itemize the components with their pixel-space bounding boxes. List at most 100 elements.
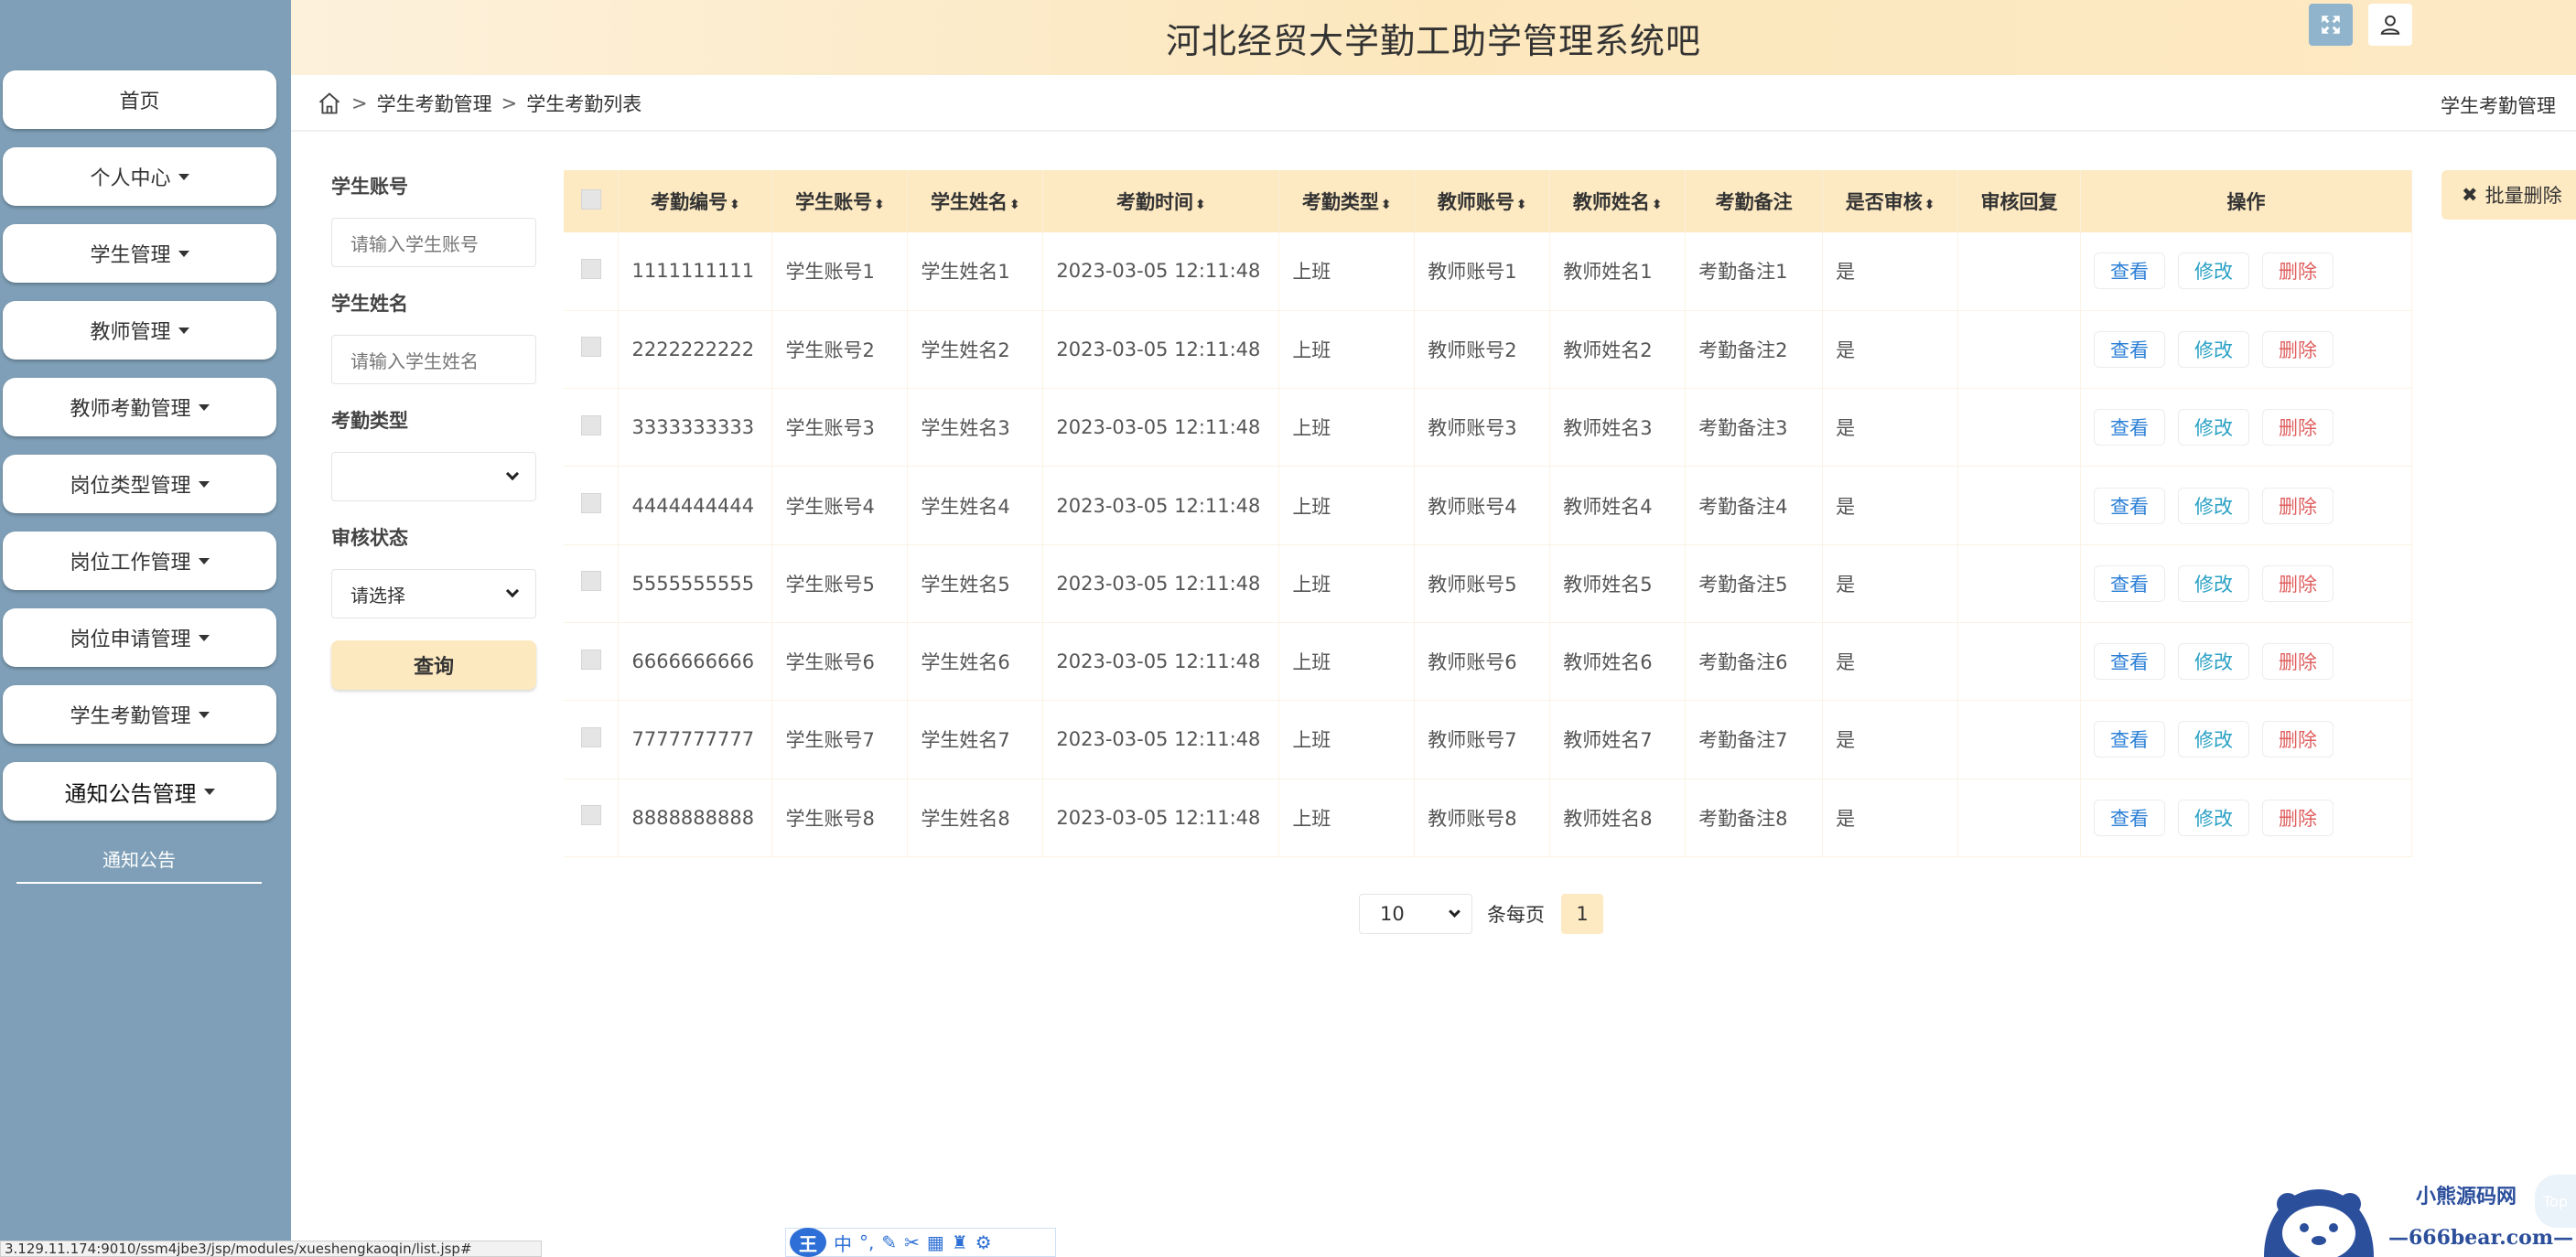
- edit-button[interactable]: 修改: [2178, 487, 2250, 524]
- settings-icon[interactable]: ⚙: [975, 1231, 992, 1253]
- table-cell: 7777777777: [618, 700, 773, 779]
- view-button[interactable]: 查看: [2094, 564, 2166, 602]
- ime-toolbar[interactable]: 王 中 °, ✎ ✂ ▦ ♜ ⚙: [785, 1228, 1056, 1257]
- delete-button[interactable]: 删除: [2262, 252, 2334, 290]
- edit-button[interactable]: 修改: [2178, 252, 2250, 290]
- delete-button[interactable]: 删除: [2262, 721, 2334, 758]
- column-header-0[interactable]: 考勤编号 ⬍: [618, 170, 773, 232]
- sidebar-item-0[interactable]: 首页: [3, 70, 276, 129]
- delete-button[interactable]: 删除: [2262, 487, 2334, 524]
- table-cell: 2023-03-05 12:11:48: [1042, 310, 1280, 390]
- page-number-current[interactable]: 1: [1561, 894, 1603, 934]
- sort-icon[interactable]: ⬍: [1195, 198, 1206, 212]
- ime-mode[interactable]: 中: [834, 1230, 852, 1256]
- sort-icon[interactable]: ⬍: [1652, 198, 1663, 212]
- student-name-input[interactable]: 请输入学生姓名: [331, 335, 536, 384]
- view-button[interactable]: 查看: [2094, 643, 2166, 681]
- row-checkbox-cell[interactable]: [564, 544, 620, 623]
- table-cell: [1957, 700, 2082, 779]
- row-checkbox-cell[interactable]: [564, 622, 620, 702]
- edit-button[interactable]: 修改: [2178, 409, 2250, 446]
- column-header-6[interactable]: 教师姓名 ⬍: [1549, 170, 1687, 232]
- row-checkbox[interactable]: [580, 493, 601, 514]
- sort-icon[interactable]: ⬍: [1924, 198, 1935, 212]
- column-header-8[interactable]: 是否审核 ⬍: [1822, 170, 1959, 232]
- select-all-checkbox[interactable]: [580, 188, 601, 210]
- row-checkbox[interactable]: [580, 649, 601, 670]
- user-button[interactable]: [2368, 4, 2412, 46]
- edit-button[interactable]: 修改: [2178, 799, 2250, 836]
- row-checkbox[interactable]: [580, 805, 601, 826]
- home-icon[interactable]: [317, 91, 342, 116]
- breadcrumb-item-module[interactable]: 学生考勤管理: [377, 90, 492, 117]
- sidebar-item-6[interactable]: 岗位工作管理: [3, 532, 276, 590]
- sort-icon[interactable]: ⬍: [1381, 198, 1392, 212]
- fullscreen-button[interactable]: [2309, 4, 2353, 46]
- review-status-select[interactable]: 请选择: [331, 569, 536, 618]
- row-checkbox-cell[interactable]: [564, 310, 620, 390]
- view-button[interactable]: 查看: [2094, 330, 2166, 368]
- delete-button[interactable]: 删除: [2262, 564, 2334, 602]
- sidebar-item-1[interactable]: 个人中心: [3, 147, 276, 206]
- sort-icon[interactable]: ⬍: [1516, 198, 1527, 212]
- sidebar-subitem-notice[interactable]: 通知公告: [16, 834, 262, 884]
- row-checkbox-cell[interactable]: [564, 466, 620, 545]
- delete-button[interactable]: 删除: [2262, 330, 2334, 368]
- row-checkbox-cell[interactable]: [564, 700, 620, 779]
- edit-button[interactable]: 修改: [2178, 643, 2250, 681]
- edit-button[interactable]: 修改: [2178, 721, 2250, 758]
- row-checkbox[interactable]: [580, 337, 601, 358]
- column-header-3[interactable]: 考勤时间 ⬍: [1042, 170, 1280, 232]
- sidebar-item-3[interactable]: 教师管理: [3, 301, 276, 360]
- column-header-1[interactable]: 学生账号 ⬍: [771, 170, 909, 232]
- attendance-table-wrap: 考勤编号 ⬍ 学生账号 ⬍ 学生姓名 ⬍ 考勤时间 ⬍ 考勤类型 ⬍ 教师账号 ⬍ 教师姓名 ⬍ 考勤备注是…: [564, 170, 2412, 857]
- sort-icon[interactable]: ⬍: [874, 198, 885, 212]
- row-checkbox[interactable]: [580, 571, 601, 592]
- row-checkbox[interactable]: [580, 414, 601, 435]
- view-button[interactable]: 查看: [2094, 252, 2166, 290]
- view-button[interactable]: 查看: [2094, 721, 2166, 758]
- view-button[interactable]: 查看: [2094, 487, 2166, 524]
- sidebar-item-4[interactable]: 教师考勤管理: [3, 378, 276, 436]
- row-checkbox[interactable]: [580, 726, 601, 747]
- sidebar-item-5[interactable]: 岗位类型管理: [3, 455, 276, 513]
- query-button[interactable]: 查询: [331, 640, 536, 690]
- view-button[interactable]: 查看: [2094, 799, 2166, 836]
- column-header-2[interactable]: 学生姓名 ⬍: [907, 170, 1044, 232]
- sidebar-item-7[interactable]: 岗位申请管理: [3, 608, 276, 667]
- view-button[interactable]: 查看: [2094, 409, 2166, 446]
- column-header-5[interactable]: 教师账号 ⬍: [1414, 170, 1551, 232]
- table-cell: 考勤备注8: [1685, 779, 1824, 857]
- ime-logo-icon[interactable]: 王: [790, 1228, 826, 1257]
- scissors-icon[interactable]: ✂: [904, 1231, 920, 1253]
- back-to-top-button[interactable]: Top: [2535, 1175, 2576, 1228]
- sidebar-item-2[interactable]: 学生管理: [3, 224, 276, 283]
- keyboard-icon[interactable]: ▦: [927, 1231, 944, 1253]
- edit-button[interactable]: 修改: [2178, 330, 2250, 368]
- sidebar-item-8[interactable]: 学生考勤管理: [3, 685, 276, 744]
- edit-button[interactable]: 修改: [2178, 564, 2250, 602]
- delete-button[interactable]: 删除: [2262, 409, 2334, 446]
- table-cell: 教师姓名2: [1549, 310, 1687, 390]
- batch-delete-button[interactable]: ✖ 批量删除: [2441, 170, 2576, 220]
- column-header-4[interactable]: 考勤类型 ⬍: [1278, 170, 1416, 232]
- attendance-type-select[interactable]: [331, 452, 536, 501]
- sort-icon[interactable]: ⬍: [1009, 198, 1020, 212]
- pen-icon[interactable]: ✎: [881, 1231, 897, 1253]
- row-checkbox-cell[interactable]: [564, 779, 620, 857]
- delete-button[interactable]: 删除: [2262, 799, 2334, 836]
- row-checkbox-cell[interactable]: [564, 388, 620, 467]
- sidebar-item-9[interactable]: 通知公告管理: [3, 762, 276, 821]
- student-account-input[interactable]: 请输入学生账号: [331, 218, 536, 267]
- table-row: 8888888888 学生账号8 学生姓名8 2023-03-05 12:11:48 上…: [564, 779, 2412, 857]
- sidebar-item-label: 通知公告管理: [64, 780, 197, 807]
- ime-punct-icon[interactable]: °,: [859, 1231, 874, 1253]
- page-size-select[interactable]: 10: [1359, 894, 1472, 934]
- row-checkbox[interactable]: [580, 258, 601, 279]
- table-cell: 学生账号2: [771, 310, 909, 390]
- delete-button[interactable]: 删除: [2262, 643, 2334, 681]
- shirt-icon[interactable]: ♜: [952, 1231, 968, 1253]
- sort-icon[interactable]: ⬍: [729, 198, 740, 212]
- select-all-checkbox-cell[interactable]: [564, 170, 620, 232]
- row-checkbox-cell[interactable]: [564, 232, 620, 311]
